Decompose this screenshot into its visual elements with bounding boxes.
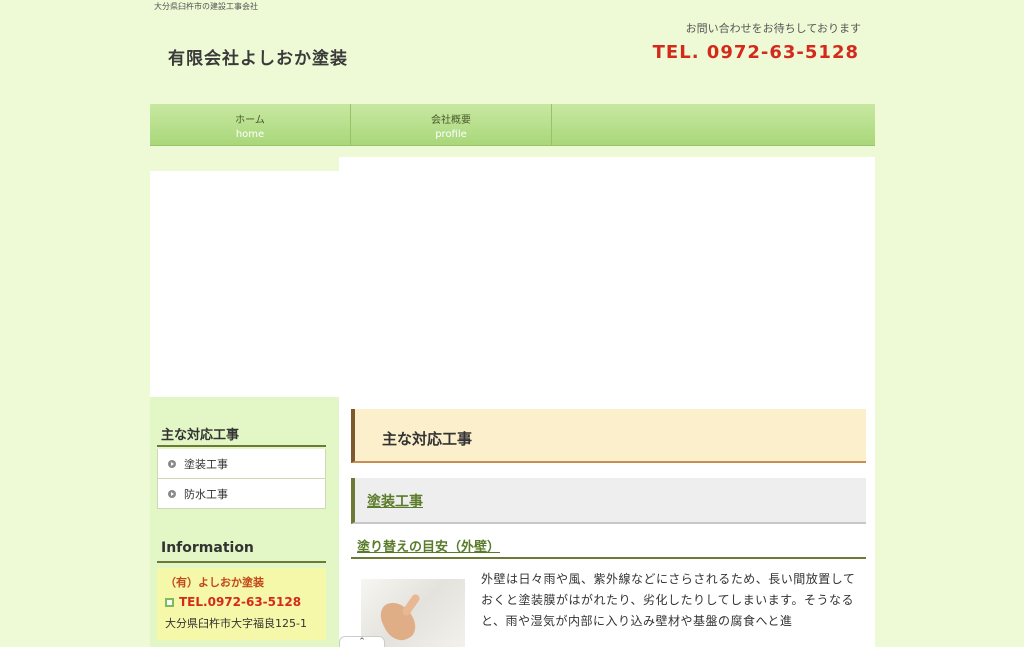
nav-item-home[interactable]: ホーム home — [150, 104, 351, 146]
subsection-link[interactable]: 塗装工事 — [367, 494, 423, 510]
nav-home-label: ホーム — [235, 115, 265, 126]
nav-item-profile[interactable]: 会社概要 profile — [351, 104, 552, 146]
header-phone[interactable]: TEL. 0972-63-5128 — [653, 42, 859, 63]
subsection-title: 塗装工事 — [351, 478, 866, 524]
sidebar: 主な対応工事 塗装工事 防水工事 Information （有）よしおか塗装 T… — [150, 397, 339, 647]
sidebar-item-label: 塗装工事 — [184, 457, 228, 471]
arrow-bullet-icon — [168, 489, 176, 498]
info-phone[interactable]: TEL.0972-63-5128 — [165, 595, 318, 609]
arrow-bullet-icon — [168, 459, 176, 468]
sidebar-item-waterproofing[interactable]: 防水工事 — [157, 479, 326, 509]
services-heading-rule — [157, 445, 326, 447]
contact-message: お問い合わせをお待ちしております — [685, 22, 861, 35]
information-heading-rule — [157, 561, 326, 563]
nav-home-sublabel: home — [235, 129, 265, 140]
site-tagline: 大分県臼杵市の建設工事会社 — [154, 2, 258, 11]
main-content: 主な対応工事 塗装工事 塗り替えの目安（外壁） 外壁は日々雨や風、紫外線などにさ… — [339, 397, 875, 647]
info-phone-number: TEL.0972-63-5128 — [179, 595, 302, 609]
body-paragraph: 外壁は日々雨や風、紫外線などにさらされるため、長い間放置しておくと塗装膜がはがれ… — [481, 572, 856, 628]
nav-profile-label: 会社概要 — [431, 115, 471, 126]
minor-heading-link[interactable]: 塗り替えの目安（外壁） — [357, 536, 500, 555]
page-wrapper: 大分県臼杵市の建設工事会社 有限会社よしおか塗装 お問い合わせをお待ちしておりま… — [150, 0, 875, 647]
hero-left-panel — [150, 171, 340, 397]
section-title: 主な対応工事 — [351, 409, 866, 463]
sidebar-item-label: 防水工事 — [184, 487, 228, 501]
information-heading: Information — [161, 540, 254, 556]
services-heading: 主な対応工事 — [161, 428, 240, 443]
sidebar-item-painting[interactable]: 塗装工事 — [157, 449, 326, 479]
info-address: 大分県臼杵市大字福良125-1 — [165, 617, 307, 630]
information-box: （有）よしおか塗装 TEL.0972-63-5128 大分県臼杵市大字福良125… — [157, 568, 326, 640]
hero-image-area — [339, 157, 875, 397]
scroll-to-top-button[interactable]: ⌃ — [339, 636, 385, 647]
nav-profile-sublabel: profile — [435, 129, 467, 140]
global-nav: ホーム home 会社概要 profile — [150, 104, 875, 146]
info-company-name: （有）よしおか塗装 — [165, 576, 264, 589]
services-list: 塗装工事 防水工事 — [157, 449, 326, 509]
minor-heading-rule — [351, 557, 866, 559]
chevron-up-icon: ⌃ — [358, 637, 366, 647]
phone-icon — [165, 597, 174, 607]
site-title[interactable]: 有限会社よしおか塗装 — [168, 44, 348, 69]
